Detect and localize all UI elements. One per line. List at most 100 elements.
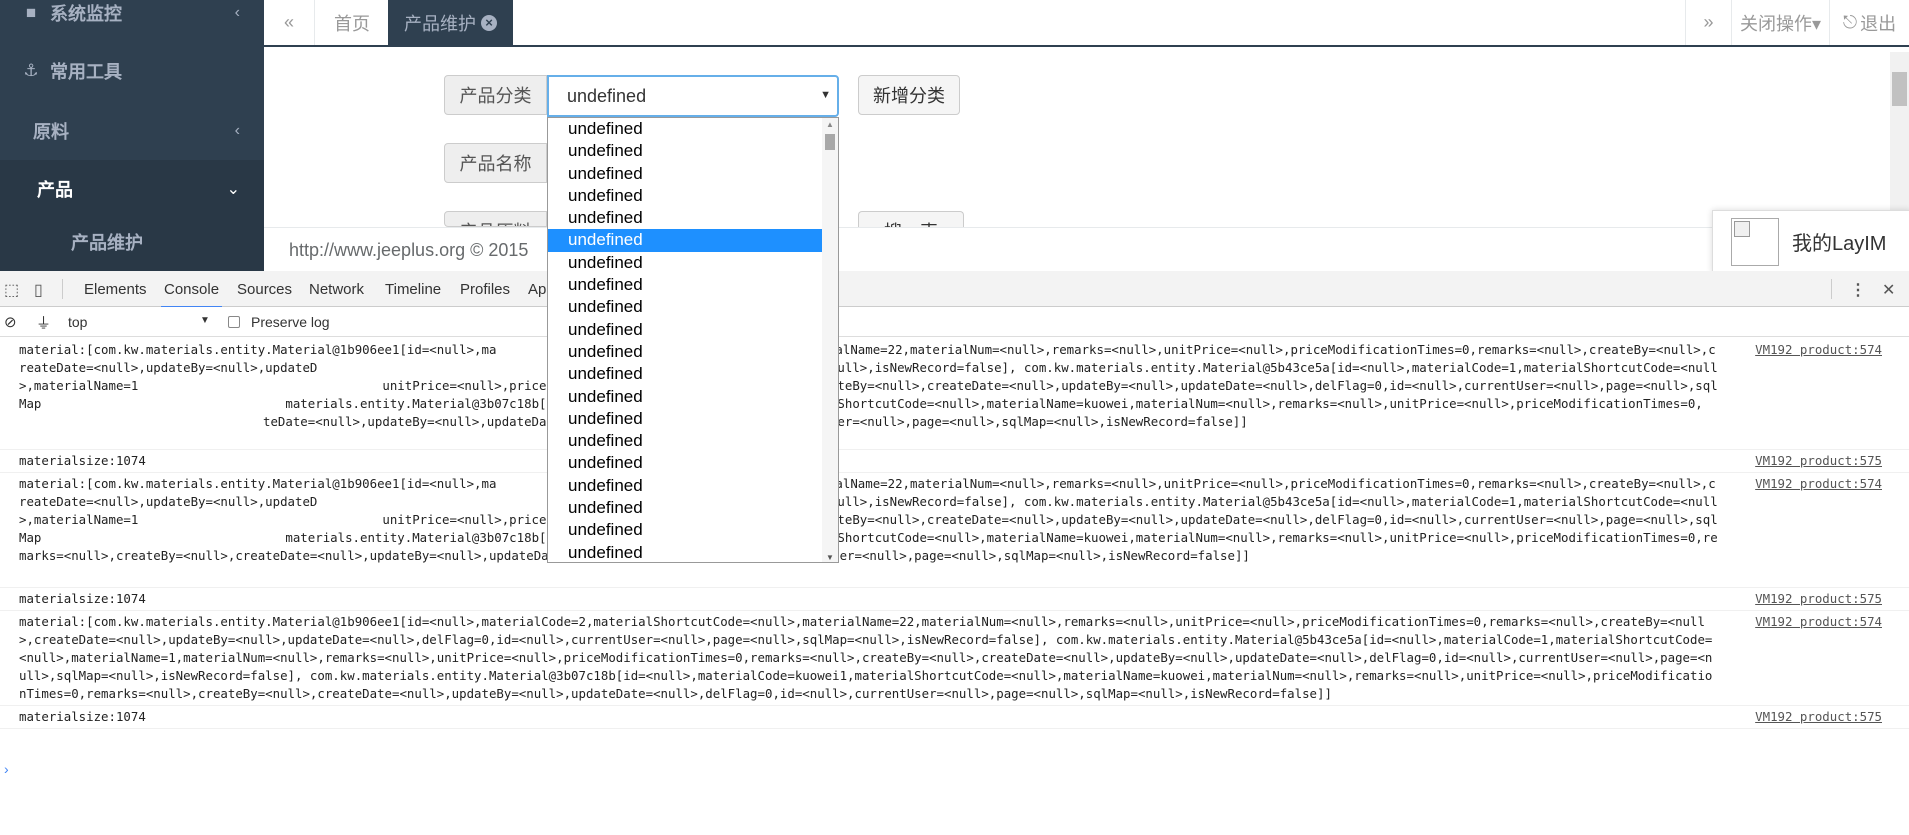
close-tab-icon[interactable]: × xyxy=(481,14,497,31)
search-button[interactable]: 搜一索 xyxy=(858,211,964,227)
device-mode-icon[interactable]: ▯ xyxy=(34,280,43,300)
context-select[interactable]: top xyxy=(68,314,87,330)
tab-bar: « 首页 产品维护 × » 关闭操作▾ ⎋ 退出 xyxy=(264,0,1909,47)
console-message-text: materialsize:1074 xyxy=(19,453,146,468)
tab-label: 产品维护 xyxy=(404,13,476,34)
devtools-tab-console[interactable]: Console xyxy=(160,281,223,308)
logout-label: 退出 xyxy=(1860,13,1897,34)
dropdown-option[interactable]: undefined xyxy=(548,497,822,519)
console-message: material:[com.kw.materials.entity.Materi… xyxy=(0,611,1909,706)
console-source-link[interactable]: VM192 product:574 xyxy=(1755,476,1882,491)
close-operations-menu[interactable]: 关闭操作▾ xyxy=(1732,0,1829,45)
dropdown-option[interactable]: undefined xyxy=(548,475,822,497)
dropdown-option[interactable]: undefined xyxy=(548,274,822,296)
add-category-label: 新增分类 xyxy=(873,86,945,106)
devtools-tab-network[interactable]: Network xyxy=(309,281,364,298)
scrollbar-thumb[interactable] xyxy=(825,134,835,150)
console-message: materialsize:1074 VM192 product:575 xyxy=(0,450,1909,473)
sidebar-item-system-monitor[interactable]: ■ 系统监控 ‹ xyxy=(0,0,264,42)
anchor-icon: ⚓ xyxy=(23,61,39,80)
dropdown-option[interactable]: undefined xyxy=(548,252,822,274)
tab-home[interactable]: 首页 xyxy=(315,0,389,45)
divider xyxy=(1831,279,1832,299)
dropdown-option[interactable]: undefined xyxy=(548,341,822,363)
dropdown-option[interactable]: undefined xyxy=(548,408,822,430)
console-source-link[interactable]: VM192 product:575 xyxy=(1755,709,1882,724)
divider xyxy=(62,279,63,299)
preserve-log-checkbox[interactable] xyxy=(228,316,240,328)
layim-label: 我的LayIM xyxy=(1792,233,1887,255)
search-button-label: 搜一索 xyxy=(884,218,938,227)
category-label-text: 产品分类 xyxy=(459,86,532,106)
category-label: 产品分类 xyxy=(444,75,547,115)
scroll-down-arrow-icon[interactable]: ▼ xyxy=(826,553,834,562)
console-source-link[interactable]: VM192 product:574 xyxy=(1755,342,1882,357)
dropdown-option[interactable]: undefined xyxy=(548,452,822,474)
console-source-link[interactable]: VM192 product:575 xyxy=(1755,453,1882,468)
scroll-up-arrow-icon[interactable]: ▲ xyxy=(826,120,834,129)
scroll-tabs-right-button[interactable]: » xyxy=(1686,0,1731,45)
dropdown-option[interactable]: undefined xyxy=(548,140,822,162)
dropdown-caret-icon: ▼ xyxy=(820,89,831,101)
dropdown-option[interactable]: undefined xyxy=(548,319,822,341)
dropdown-option[interactable]: undefined xyxy=(548,163,822,185)
context-dropdown-icon[interactable]: ▼ xyxy=(200,315,210,326)
console-message-text: material:[com.kw.materials.entity.Materi… xyxy=(19,342,1718,429)
chevron-left-icon: ‹ xyxy=(234,122,240,139)
sidebar-item-common-tools[interactable]: ⚓ 常用工具 xyxy=(0,42,264,100)
dropdown-option[interactable]: undefined xyxy=(548,386,822,408)
tab-product-maintenance[interactable]: 产品维护 × xyxy=(388,0,513,45)
dropdown-option[interactable]: undefined xyxy=(548,185,822,207)
sidebar-item-products[interactable]: 产品 ⌄ xyxy=(0,160,264,218)
console-prompt-icon[interactable]: › xyxy=(0,761,9,777)
dropdown-option[interactable]: undefined xyxy=(548,519,822,541)
content-scrollbar[interactable] xyxy=(1890,52,1909,227)
dropdown-option[interactable]: undefined xyxy=(548,207,822,229)
filter-icon[interactable]: ⏚ xyxy=(36,312,51,333)
scroll-tabs-left-button[interactable]: « xyxy=(264,0,314,45)
category-dropdown-list[interactable]: undefined undefined undefined undefined unde… xyxy=(547,117,839,563)
console-source-link[interactable]: VM192 product:575 xyxy=(1755,591,1882,606)
video-camera-icon: ■ xyxy=(25,3,37,22)
console-message-text: materialsize:1074 xyxy=(19,591,146,606)
product-name-label: 产品名称 xyxy=(444,143,547,183)
devtools-tab-timeline[interactable]: Timeline xyxy=(385,281,441,298)
layim-avatar xyxy=(1731,217,1779,266)
dropdown-option[interactable]: undefined xyxy=(548,296,822,318)
dropdown-option[interactable]: undefined xyxy=(548,430,822,452)
devtools-tab-elements[interactable]: Elements xyxy=(84,281,147,298)
devtools-tab-application[interactable]: Ap xyxy=(528,281,546,298)
sidebar: ■ 系统监控 ‹ ⚓ 常用工具 原料 ‹ 产品 ⌄ 产品维护 xyxy=(0,0,264,271)
product-name-label-text: 产品名称 xyxy=(459,154,532,174)
clear-console-icon[interactable]: ⊘ xyxy=(4,313,17,331)
logout-button[interactable]: ⎋ 退出 xyxy=(1830,0,1909,45)
tab-label: 首页 xyxy=(334,13,370,34)
category-select-value: undefined xyxy=(567,85,647,106)
dropdown-option[interactable]: undefined xyxy=(548,229,822,252)
dropdown-option[interactable]: undefined xyxy=(548,118,822,140)
close-devtools-icon[interactable]: ✕ xyxy=(1882,280,1895,300)
devtools-tab-profiles[interactable]: Profiles xyxy=(460,281,510,298)
console-message: material:[com.kw.materials.entity.Materi… xyxy=(0,339,1909,450)
layim-widget[interactable]: 我的LayIM xyxy=(1712,210,1909,273)
dropdown-scrollbar[interactable]: ▲ ▼ xyxy=(822,118,838,562)
sidebar-item-materials[interactable]: 原料 ‹ xyxy=(0,102,264,160)
add-category-button[interactable]: 新增分类 xyxy=(858,75,960,115)
product-materials-label: 产品原料 xyxy=(444,211,547,227)
console-message: materialsize:1074 VM192 product:575 xyxy=(0,588,1909,611)
console-source-link[interactable]: VM192 product:574 xyxy=(1755,614,1882,629)
more-options-icon[interactable]: ⋮ xyxy=(1850,280,1866,300)
dropdown-option[interactable]: undefined xyxy=(548,542,822,562)
sidebar-subitem-product-maintenance[interactable]: 产品维护 xyxy=(0,213,264,271)
dropdown-option[interactable]: undefined xyxy=(548,363,822,385)
console-message: material:[com.kw.materials.entity.Materi… xyxy=(0,473,1909,588)
category-select[interactable]: undefined ▼ xyxy=(547,75,839,117)
console-message-text: materialsize:1074 xyxy=(19,709,146,724)
devtools-tab-sources[interactable]: Sources xyxy=(237,281,292,298)
chevron-down-icon: ⌄ xyxy=(226,181,240,198)
scrollbar-thumb[interactable] xyxy=(1892,72,1907,106)
sidebar-subitem-label: 产品维护 xyxy=(71,233,143,253)
inspect-element-icon[interactable]: ⬚ xyxy=(4,280,19,300)
devtools-panel: ⬚ ▯ Elements Console Sources Network Tim… xyxy=(0,271,1909,835)
page-footer: http://www.jeeplus.org © 2015 xyxy=(264,227,1909,271)
